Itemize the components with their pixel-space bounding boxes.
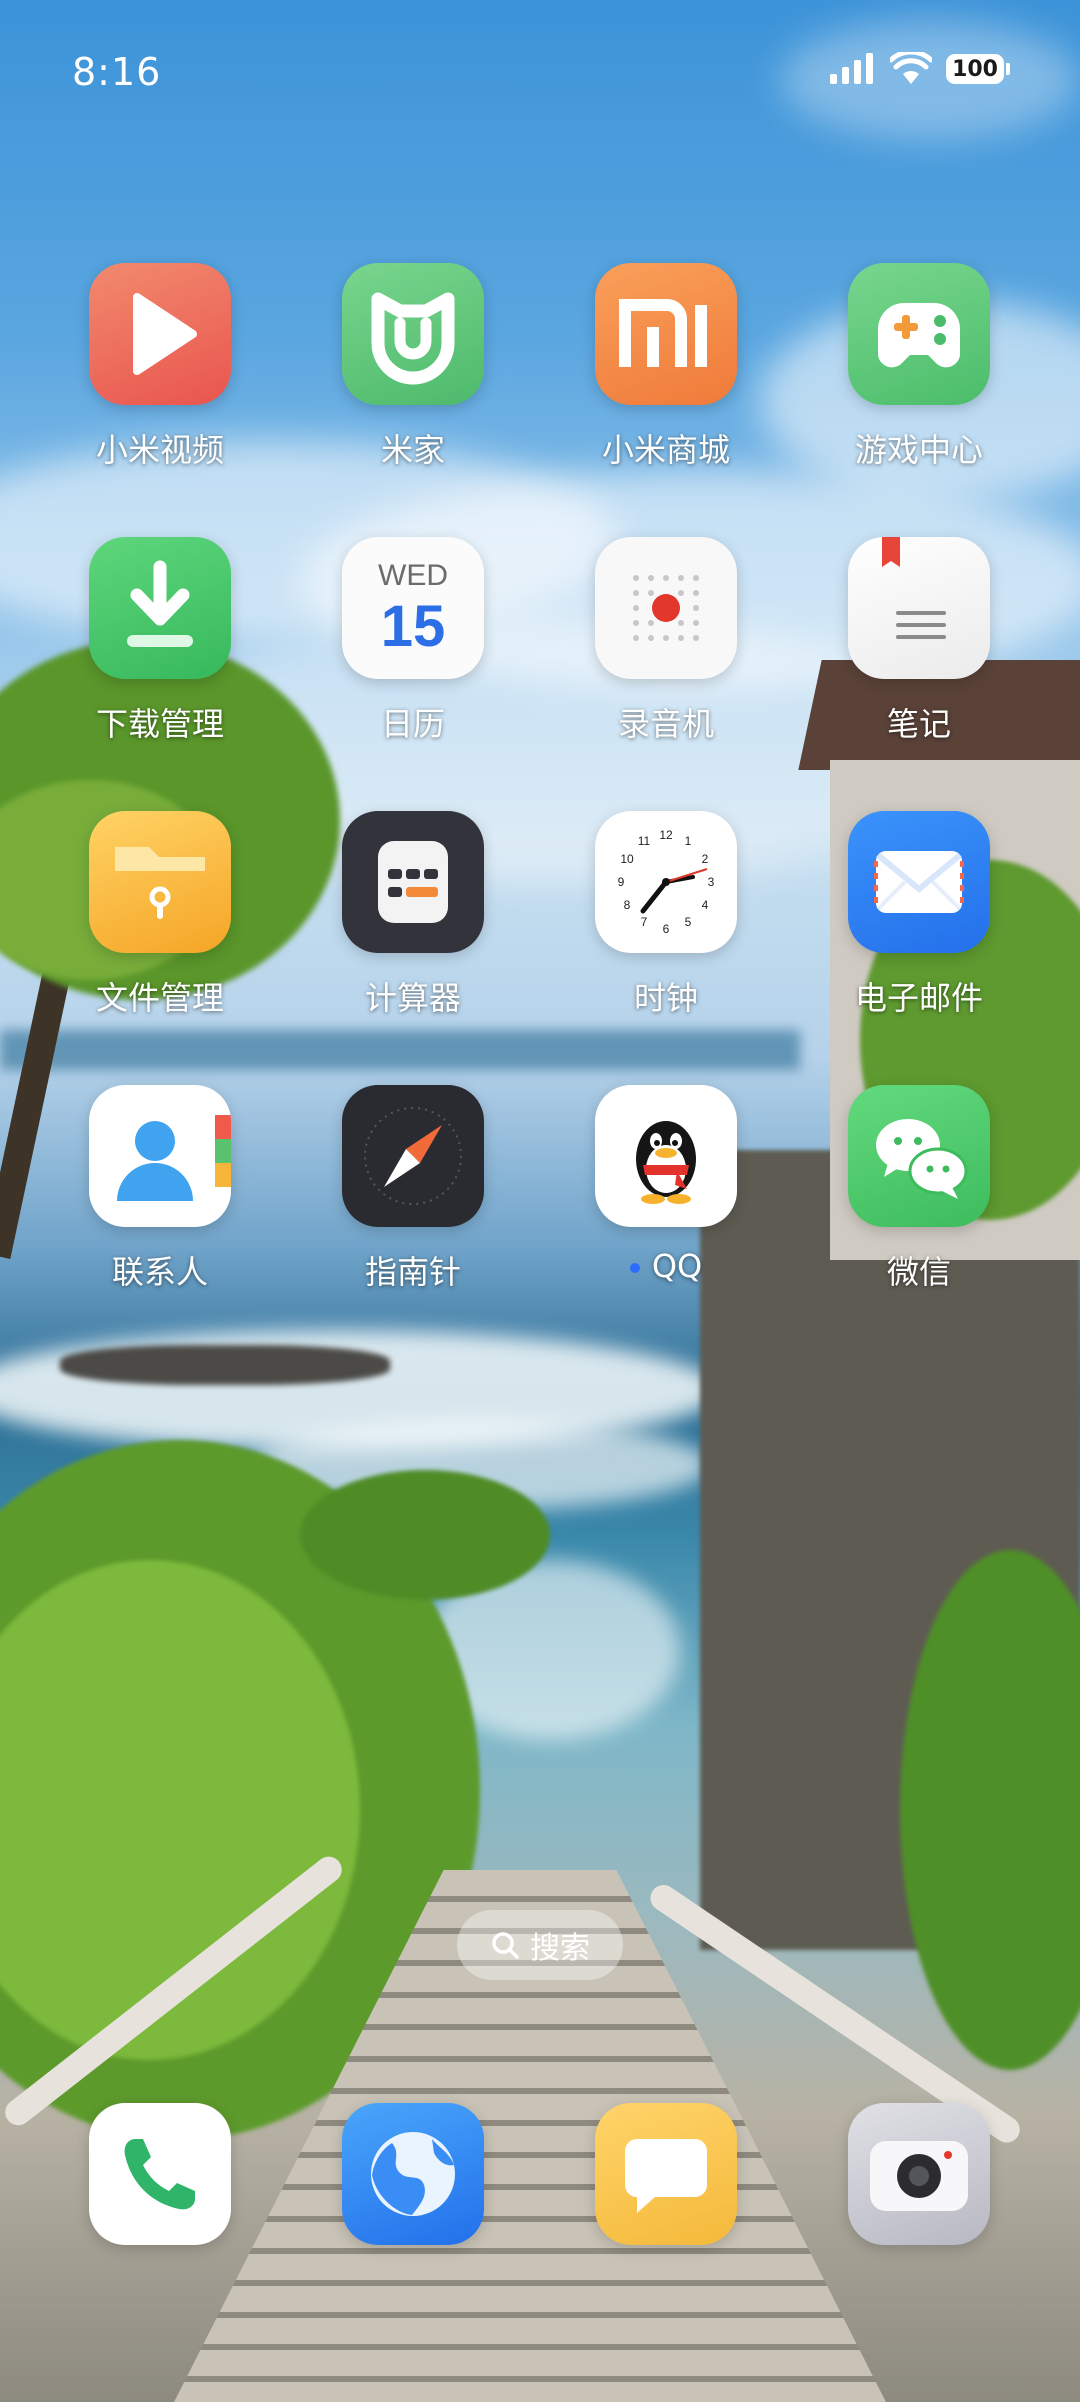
phone-icon — [89, 2103, 231, 2245]
qq-penguin-icon — [595, 1085, 737, 1227]
svg-text:5: 5 — [685, 915, 692, 929]
app-game-center[interactable]: 游戏中心 — [809, 263, 1029, 471]
battery-level: 100 — [946, 54, 1004, 84]
mi-store-icon — [595, 263, 737, 405]
wifi-icon — [890, 52, 933, 84]
app-label: 日历 — [380, 705, 445, 743]
app-label: 微信 — [886, 1253, 951, 1291]
svg-text:3: 3 — [708, 875, 715, 889]
search-button[interactable]: 搜索 — [457, 1910, 623, 1980]
status-icons: 100 — [828, 52, 1010, 86]
app-label: QQ — [556, 1247, 776, 1285]
camera-icon — [848, 2103, 990, 2245]
app-calculator[interactable]: 计算器 — [303, 811, 523, 1019]
svg-text:10: 10 — [620, 852, 634, 866]
svg-text:12: 12 — [659, 828, 673, 842]
app-notes[interactable]: 笔记 — [809, 537, 1029, 745]
app-label: 米家 — [380, 431, 445, 469]
recorder-icon — [595, 537, 737, 679]
status-time: 8:16 — [72, 50, 162, 94]
compass-icon — [342, 1085, 484, 1227]
app-label: 计算器 — [364, 979, 461, 1017]
app-compass[interactable]: 指南针 — [303, 1085, 523, 1293]
svg-text:9: 9 — [618, 875, 625, 889]
app-email[interactable]: 电子邮件 — [809, 811, 1029, 1019]
app-label: 录音机 — [617, 705, 714, 743]
app-xiaomi-video[interactable]: 小米视频 — [50, 263, 270, 471]
app-label: 小米视频 — [95, 431, 224, 469]
status-bar: 8:16 100 — [0, 0, 1080, 150]
browser-icon — [342, 2103, 484, 2245]
notes-icon — [848, 537, 990, 679]
play-icon — [89, 263, 231, 405]
calendar-date: 15 — [380, 594, 446, 659]
app-download-manager[interactable]: 下载管理 — [50, 537, 270, 745]
mijia-icon — [342, 263, 484, 405]
app-label: 游戏中心 — [854, 431, 983, 469]
app-wechat[interactable]: 微信 — [809, 1085, 1029, 1293]
app-label: 文件管理 — [95, 979, 224, 1017]
calendar-day: WED — [378, 559, 448, 592]
svg-text:4: 4 — [702, 898, 709, 912]
clock-icon: 12 1 2 3 45 6 78 9 10 11 — [595, 811, 737, 953]
svg-text:6: 6 — [663, 922, 670, 936]
app-label: 笔记 — [886, 705, 951, 743]
svg-text:7: 7 — [641, 915, 648, 929]
app-mijia[interactable]: 米家 — [303, 263, 523, 471]
dock-messages[interactable] — [556, 2103, 776, 2245]
app-label: 下载管理 — [95, 705, 224, 743]
svg-text:11: 11 — [638, 834, 651, 848]
dock-camera[interactable] — [809, 2103, 1029, 2245]
search-label: 搜索 — [530, 1931, 590, 1966]
message-icon — [595, 2103, 737, 2245]
svg-text:8: 8 — [624, 898, 631, 912]
app-recorder[interactable]: 录音机 — [556, 537, 776, 745]
search-icon — [492, 1932, 519, 1959]
signal-icon — [830, 53, 874, 84]
mail-icon — [848, 811, 990, 953]
new-install-dot — [629, 1263, 640, 1273]
wechat-icon — [848, 1085, 990, 1227]
dock-phone[interactable] — [50, 2103, 270, 2245]
svg-text:1: 1 — [685, 834, 692, 848]
app-label: 电子邮件 — [854, 979, 983, 1017]
app-contacts[interactable]: 联系人 — [50, 1085, 270, 1293]
folder-icon — [89, 811, 231, 953]
app-file-manager[interactable]: 文件管理 — [50, 811, 270, 1019]
battery-icon: 100 — [946, 54, 1010, 84]
app-mi-store[interactable]: 小米商城 — [556, 263, 776, 471]
app-label: 联系人 — [111, 1253, 208, 1291]
app-label: 指南针 — [364, 1253, 461, 1291]
app-clock[interactable]: 12 1 2 3 45 6 78 9 10 11 时钟 — [556, 811, 776, 1019]
contacts-icon — [89, 1085, 231, 1227]
gamepad-icon — [848, 263, 990, 405]
dock-browser[interactable] — [303, 2103, 523, 2245]
svg-text:2: 2 — [702, 852, 709, 866]
app-calendar[interactable]: WED 15 日历 — [303, 537, 523, 745]
app-label: 时钟 — [633, 979, 698, 1017]
app-label: 小米商城 — [601, 431, 730, 469]
download-icon — [89, 537, 231, 679]
app-qq[interactable]: QQ — [556, 1085, 776, 1285]
calculator-icon — [342, 811, 484, 953]
app-label-text: QQ — [651, 1247, 703, 1285]
calendar-icon: WED 15 — [342, 537, 484, 679]
